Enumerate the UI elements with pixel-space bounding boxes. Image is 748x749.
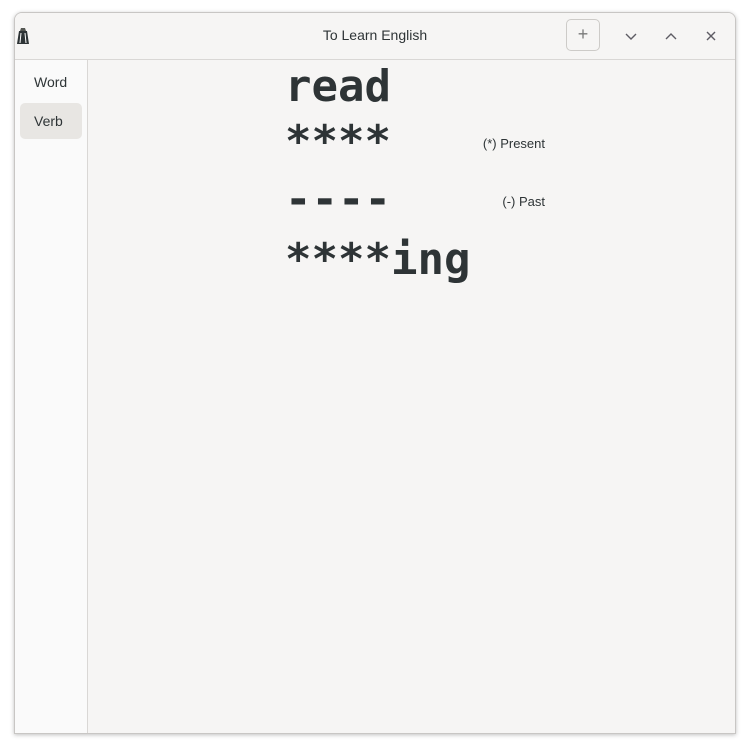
past-form: ---- <box>285 174 391 225</box>
verb-panel: read **** (*) Present ---- (-) Past ****… <box>88 60 735 733</box>
gerund-form: ****ing <box>285 234 471 285</box>
close-icon[interactable] <box>699 24 723 48</box>
title-bar: To Learn English + <box>15 13 735 60</box>
verb-word: read <box>285 61 391 112</box>
chevron-up-icon[interactable] <box>659 24 683 48</box>
sidebar: Word Verb <box>15 60 88 733</box>
present-hint: (*) Present <box>482 136 545 151</box>
chevron-down-icon[interactable] <box>619 24 643 48</box>
present-form: **** <box>285 116 391 167</box>
add-button[interactable]: + <box>566 19 600 51</box>
sidebar-item-verb[interactable]: Verb <box>20 103 82 139</box>
past-hint: (-) Past <box>502 194 545 209</box>
app-window: To Learn English + Word Verb read **** (… <box>14 12 736 734</box>
sidebar-item-word[interactable]: Word <box>20 64 82 100</box>
